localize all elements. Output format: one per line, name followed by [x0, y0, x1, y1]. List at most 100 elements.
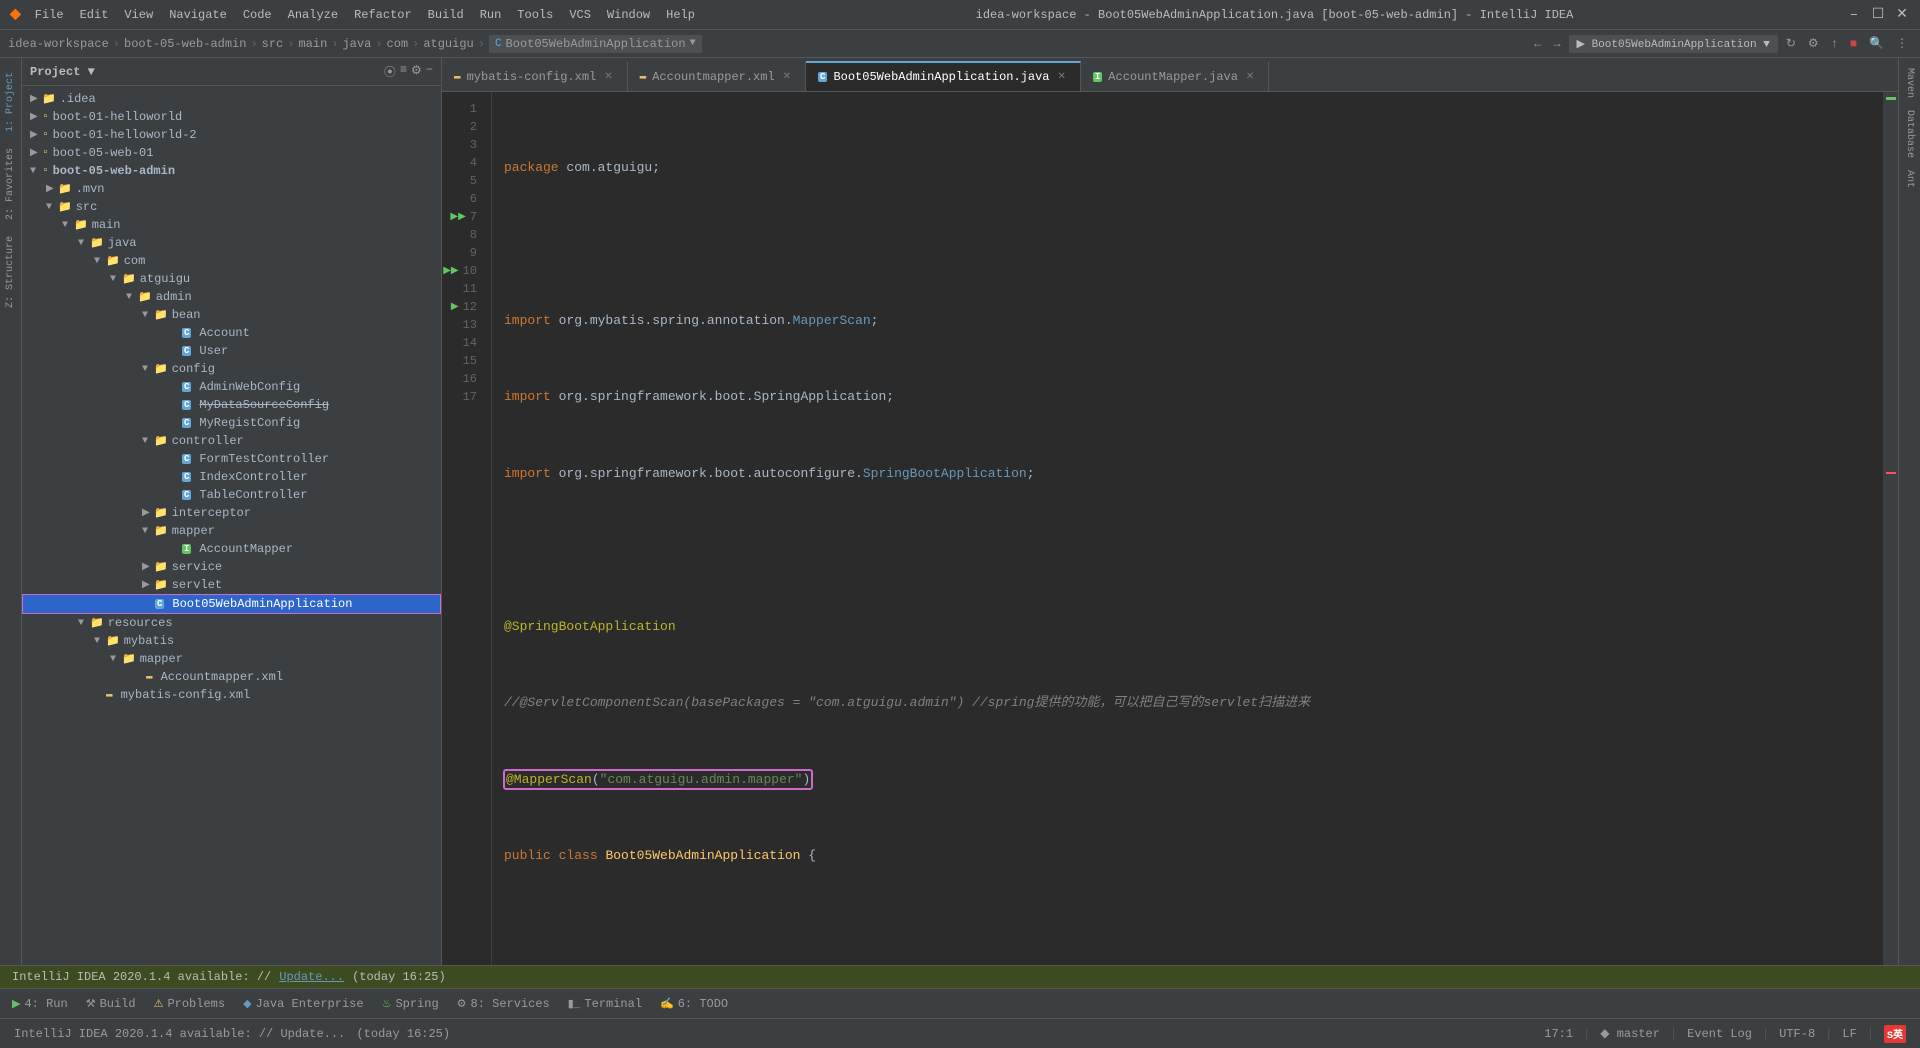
- tree-item-servlet[interactable]: ▶ 📁 servlet: [22, 576, 441, 594]
- breadcrumb-main[interactable]: main: [298, 37, 327, 51]
- collapse-icon[interactable]: ≡: [400, 63, 407, 80]
- refresh-icon[interactable]: ↻: [1782, 34, 1800, 53]
- tree-item-admin[interactable]: ▼ 📁 admin: [22, 288, 441, 306]
- todo-tool-button[interactable]: ✍ 6: TODO: [652, 994, 736, 1014]
- tree-item-boot05-01[interactable]: ▶ ▫ boot-05-web-01: [22, 144, 441, 162]
- tab-accountmapper-xml[interactable]: ▬ Accountmapper.xml ✕: [628, 61, 806, 91]
- run-tool-button[interactable]: ▶ 4: Run: [4, 994, 76, 1014]
- menu-tools[interactable]: Tools: [509, 4, 561, 26]
- spring-tool-button[interactable]: ♨ Spring: [374, 994, 447, 1014]
- java-enterprise-button[interactable]: ◆ Java Enterprise: [235, 994, 372, 1014]
- run-config-dropdown[interactable]: ▶ Boot05WebAdminApplication ▼: [1569, 35, 1778, 53]
- maven-panel-tab[interactable]: Maven: [1902, 62, 1917, 104]
- run-gutter-icon-10[interactable]: ▶▶: [443, 264, 458, 279]
- build-tool-button[interactable]: ⚒ Build: [78, 994, 144, 1014]
- menu-run[interactable]: Run: [472, 4, 510, 26]
- tree-item-interceptor[interactable]: ▶ 📁 interceptor: [22, 504, 441, 522]
- tree-item-atguigu[interactable]: ▼ 📁 atguigu: [22, 270, 441, 288]
- menu-refactor[interactable]: Refactor: [346, 4, 420, 26]
- database-panel-tab[interactable]: Database: [1902, 104, 1917, 164]
- tree-item-idea[interactable]: ▶ 📁 .idea: [22, 90, 441, 108]
- tree-item-boot01-2[interactable]: ▶ ▫ boot-01-helloworld-2: [22, 126, 441, 144]
- tab-close-icon[interactable]: ✕: [781, 70, 793, 84]
- menu-edit[interactable]: Edit: [72, 4, 117, 26]
- tree-item-main[interactable]: ▼ 📁 main: [22, 216, 441, 234]
- ant-panel-tab[interactable]: Ant: [1902, 164, 1917, 194]
- menu-file[interactable]: File: [27, 4, 72, 26]
- run-gutter-icon-12[interactable]: ▶: [451, 300, 459, 315]
- tree-item-user[interactable]: ▶ C User: [22, 342, 441, 360]
- breadcrumb-workspace[interactable]: idea-workspace: [8, 37, 109, 51]
- tree-item-formtestcontroller[interactable]: ▶ C FormTestController: [22, 450, 441, 468]
- tree-item-mapper-res[interactable]: ▼ 📁 mapper: [22, 650, 441, 668]
- minimize-button[interactable]: –: [1846, 7, 1862, 23]
- tree-item-mybatis-res[interactable]: ▼ 📁 mybatis: [22, 632, 441, 650]
- tree-item-controller[interactable]: ▼ 📁 controller: [22, 432, 441, 450]
- tree-item-accountmapper[interactable]: ▶ I AccountMapper: [22, 540, 441, 558]
- menu-analyze[interactable]: Analyze: [280, 4, 346, 26]
- close-panel-icon[interactable]: −: [426, 63, 433, 80]
- tree-item-mvn[interactable]: ▶ 📁 .mvn: [22, 180, 441, 198]
- tree-item-resources[interactable]: ▼ 📁 resources: [22, 614, 441, 632]
- tree-item-src[interactable]: ▼ 📁 src: [22, 198, 441, 216]
- breadcrumb-module[interactable]: boot-05-web-admin: [124, 37, 246, 51]
- update-icon[interactable]: ↑: [1827, 35, 1842, 53]
- problems-tool-button[interactable]: ⚠ Problems: [146, 994, 233, 1014]
- git-status[interactable]: ◆ master: [1594, 1024, 1666, 1043]
- tree-item-boot05-admin[interactable]: ▼ ▫ boot-05-web-admin: [22, 162, 441, 180]
- search-everywhere-icon[interactable]: 🔍: [1865, 34, 1888, 53]
- update-link[interactable]: Update...: [279, 970, 344, 984]
- encoding-status[interactable]: UTF-8: [1773, 1025, 1821, 1043]
- run-gutter-icon[interactable]: ▶▶: [450, 210, 465, 225]
- locate-icon[interactable]: ⦿: [384, 63, 396, 80]
- tree-item-java[interactable]: ▼ 📁 java: [22, 234, 441, 252]
- tree-item-service[interactable]: ▶ 📁 service: [22, 558, 441, 576]
- cursor-position[interactable]: 17:1: [1538, 1025, 1579, 1043]
- menu-build[interactable]: Build: [420, 4, 472, 26]
- stop-icon[interactable]: ■: [1846, 35, 1861, 53]
- structure-panel-tab[interactable]: Z: Structure: [3, 230, 18, 314]
- tab-accountmapper-java[interactable]: I AccountMapper.java ✕: [1081, 61, 1269, 91]
- tree-item-mybatis-config-xml[interactable]: ▶ ▬ mybatis-config.xml: [22, 686, 441, 704]
- menu-vcs[interactable]: VCS: [561, 4, 599, 26]
- settings-icon[interactable]: ⚙: [1804, 34, 1823, 53]
- terminal-tool-button[interactable]: ▮_ Terminal: [560, 994, 650, 1014]
- menu-view[interactable]: View: [116, 4, 161, 26]
- tab-close-icon[interactable]: ✕: [1056, 70, 1068, 84]
- tree-item-account[interactable]: ▶ C Account: [22, 324, 441, 342]
- breadcrumb-atguigu[interactable]: atguigu: [423, 37, 473, 51]
- tree-item-tablecontroller[interactable]: ▶ C TableController: [22, 486, 441, 504]
- tab-close-icon[interactable]: ✕: [1244, 70, 1256, 84]
- tab-mybatis-config[interactable]: ▬ mybatis-config.xml ✕: [442, 61, 628, 91]
- breadcrumb-java[interactable]: java: [342, 37, 371, 51]
- tree-item-boot05webadmin-selected[interactable]: ▶ C Boot05WebAdminApplication: [22, 594, 441, 614]
- tab-close-icon[interactable]: ✕: [602, 70, 614, 84]
- breadcrumb-com[interactable]: com: [387, 37, 409, 51]
- tree-item-adminwebconfig[interactable]: ▶ C AdminWebConfig: [22, 378, 441, 396]
- menu-navigate[interactable]: Navigate: [161, 4, 235, 26]
- forward-icon[interactable]: →: [1549, 35, 1564, 53]
- menu-window[interactable]: Window: [599, 4, 658, 26]
- menu-code[interactable]: Code: [235, 4, 280, 26]
- back-icon[interactable]: ←: [1530, 35, 1545, 53]
- tree-item-accountmapper-xml[interactable]: ▶ ▬ Accountmapper.xml: [22, 668, 441, 686]
- intellij-update-status[interactable]: IntelliJ IDEA 2020.1.4 available: // Upd…: [8, 1025, 456, 1043]
- tree-item-bean[interactable]: ▼ 📁 bean: [22, 306, 441, 324]
- settings-small-icon[interactable]: ⚙: [411, 63, 422, 80]
- services-tool-button[interactable]: ⚙ 8: Services: [449, 994, 558, 1014]
- tree-item-myregistconfig[interactable]: ▶ C MyRegistConfig: [22, 414, 441, 432]
- tree-item-config[interactable]: ▼ 📁 config: [22, 360, 441, 378]
- tree-item-com[interactable]: ▼ 📁 com: [22, 252, 441, 270]
- more-icon[interactable]: ⋮: [1892, 34, 1912, 53]
- tree-item-mydatasourceconfig[interactable]: ▶ C MyDataSourceConfig: [22, 396, 441, 414]
- maximize-button[interactable]: ☐: [1870, 7, 1886, 23]
- tree-item-indexcontroller[interactable]: ▶ C IndexController: [22, 468, 441, 486]
- tree-item-boot01[interactable]: ▶ ▫ boot-01-helloworld: [22, 108, 441, 126]
- close-button[interactable]: ✕: [1894, 7, 1910, 23]
- breadcrumb-class-dropdown[interactable]: C Boot05WebAdminApplication ▼: [489, 35, 702, 53]
- input-method-status[interactable]: S英: [1878, 1023, 1912, 1045]
- breadcrumb-src[interactable]: src: [262, 37, 284, 51]
- code-content[interactable]: package com.atguigu; import org.mybatis.…: [492, 92, 1883, 965]
- tab-boot05-java[interactable]: C Boot05WebAdminApplication.java ✕: [806, 61, 1081, 91]
- project-panel-tab[interactable]: 1: Project: [3, 66, 18, 138]
